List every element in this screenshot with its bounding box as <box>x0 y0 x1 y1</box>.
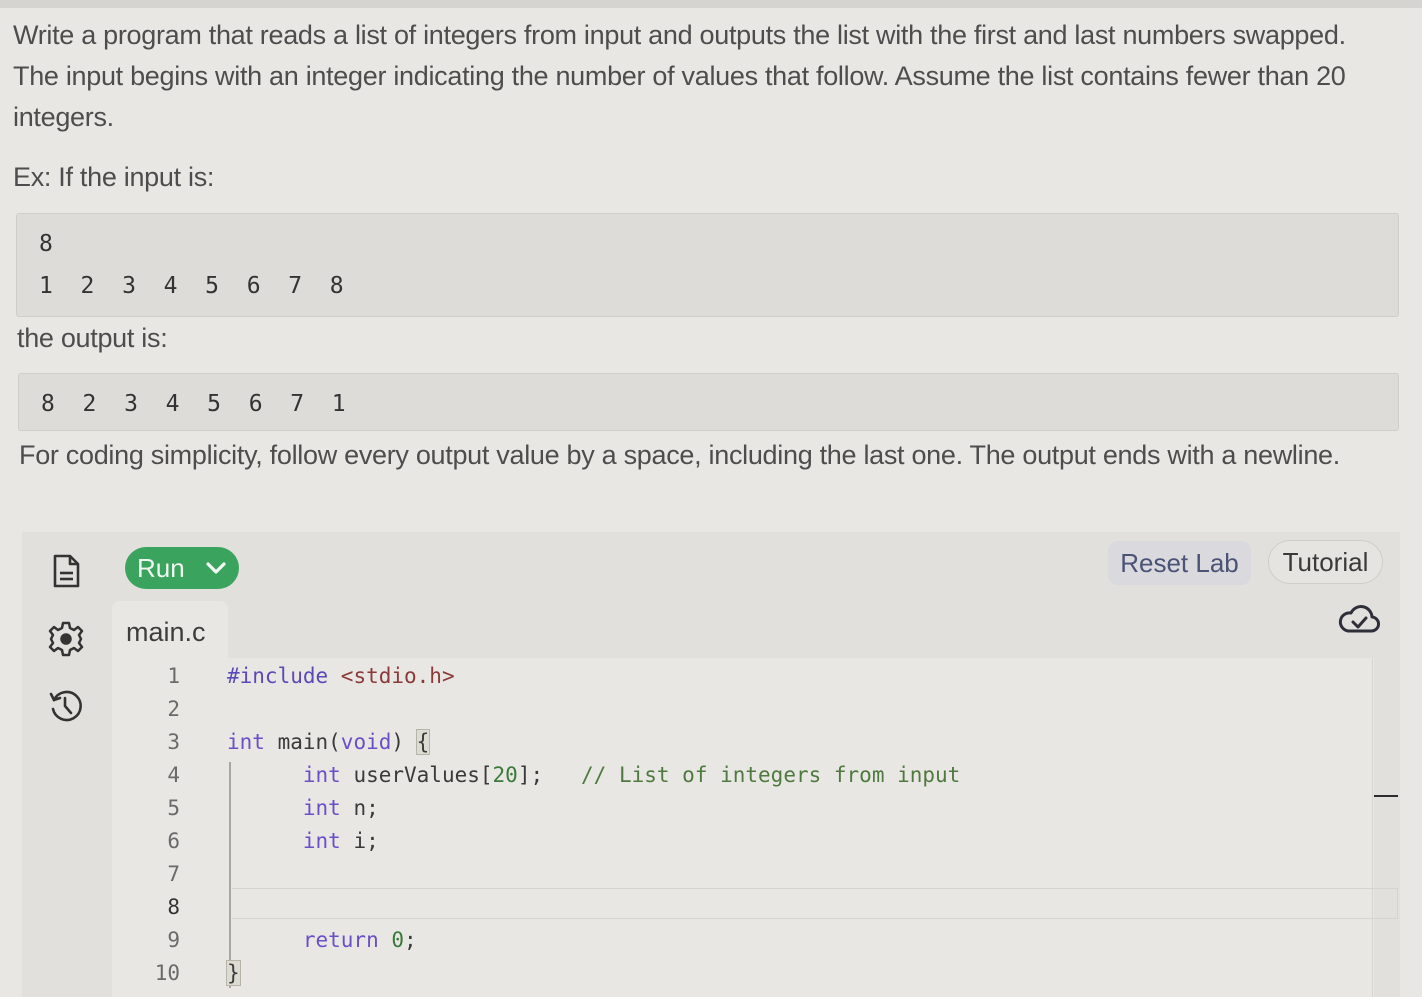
example-input-label: Ex: If the input is: <box>13 162 215 192</box>
code-line[interactable]: } <box>226 957 1367 990</box>
example-input-box: 8 1 2 3 4 5 6 7 8 <box>16 213 1399 317</box>
code-line[interactable]: int n; <box>227 792 1367 825</box>
code-token: <stdio.h> <box>340 664 455 688</box>
top-edge <box>0 0 1422 8</box>
code-token: #include <box>227 664 341 688</box>
code-token: void <box>340 730 392 754</box>
matched-bracket: } <box>226 960 241 986</box>
code-comment: // List of integers from input <box>581 763 961 787</box>
line-number: 9 <box>167 928 180 952</box>
line-number-gutter: 1 2 3 4 5 6 7 8 9 10 <box>112 660 182 990</box>
scrollbar-marker[interactable] <box>1374 795 1398 797</box>
line-number: 8 <box>167 895 180 919</box>
example-output-label: the output is: <box>17 323 168 353</box>
code-token: return <box>302 928 379 952</box>
code-token: 20 <box>492 763 518 787</box>
code-line[interactable]: int userValues[20]; // List of integers … <box>227 759 1367 792</box>
code-lines[interactable]: #include <stdio.h> int main(void) { int u… <box>226 660 1367 990</box>
example-input-values: 1 2 3 4 5 6 7 8 <box>39 273 344 299</box>
example-output-box: 8 2 3 4 5 6 7 1 <box>18 373 1399 431</box>
code-token: userValues[ <box>340 763 493 787</box>
editor-sidebar <box>22 532 112 997</box>
matched-bracket: { <box>415 729 431 755</box>
code-token: i; <box>340 829 379 853</box>
cloud-check-icon <box>1338 605 1380 633</box>
line-number: 5 <box>167 796 180 820</box>
code-token: 0 <box>391 928 405 952</box>
problem-description: Write a program that reads a list of int… <box>13 20 1346 132</box>
example-input-count: 8 <box>39 231 53 257</box>
code-line[interactable]: int i; <box>227 825 1367 858</box>
line-number: 4 <box>167 763 180 787</box>
line-number: 1 <box>167 664 180 688</box>
tutorial-button[interactable]: Tutorial <box>1268 540 1383 584</box>
code-line[interactable]: #include <stdio.h> <box>227 660 1367 693</box>
editor-right-border <box>1372 658 1373 997</box>
code-token: main( <box>264 730 341 754</box>
line-number: 2 <box>167 697 180 721</box>
code-token: int <box>302 829 341 853</box>
code-line[interactable] <box>227 693 1367 726</box>
file-icon[interactable] <box>47 552 85 590</box>
reset-lab-button[interactable]: Reset Lab <box>1108 541 1251 585</box>
run-button-label: Run <box>137 552 185 583</box>
code-token: ]; <box>517 763 582 787</box>
code-token: int <box>227 730 265 754</box>
code-token: n; <box>340 796 379 820</box>
code-line[interactable] <box>227 891 1367 924</box>
formatting-note: For coding simplicity, follow every outp… <box>19 440 1340 470</box>
run-button[interactable]: Run <box>125 547 239 589</box>
code-line[interactable]: int main(void) { <box>227 726 1367 759</box>
code-line[interactable] <box>227 858 1367 891</box>
chevron-down-icon <box>206 562 226 574</box>
history-icon[interactable] <box>47 687 85 725</box>
code-token: ) <box>391 730 417 754</box>
line-number: 6 <box>167 829 180 853</box>
code-token: int <box>302 796 341 820</box>
file-tab-main-c[interactable]: main.c <box>112 601 228 661</box>
code-token: int <box>302 763 341 787</box>
example-output-values: 8 2 3 4 5 6 7 1 <box>41 391 346 417</box>
line-number: 10 <box>154 961 180 985</box>
gear-icon[interactable] <box>47 620 85 658</box>
line-number: 3 <box>167 730 180 754</box>
code-token: ; <box>404 928 417 952</box>
code-line[interactable]: return 0; <box>227 924 1367 957</box>
line-number: 7 <box>167 862 180 886</box>
